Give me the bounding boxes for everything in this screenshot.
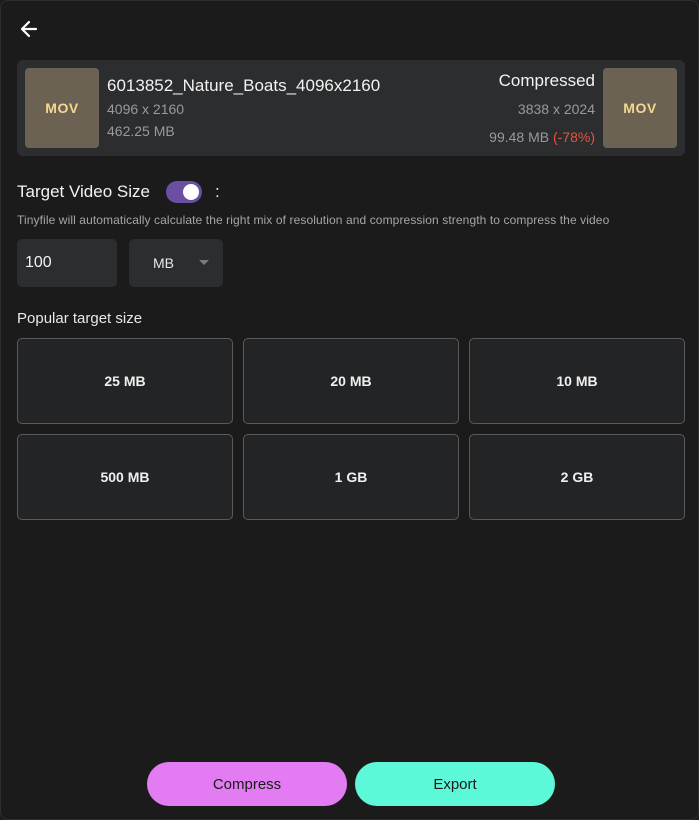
compressed-size: 99.48 MB bbox=[489, 129, 550, 145]
popular-target-label: Popular target size bbox=[17, 310, 143, 327]
compressed-thumbnail: MOV bbox=[603, 68, 677, 148]
toggle-knob bbox=[182, 184, 199, 200]
preset-1gb[interactable]: 1 GB bbox=[243, 434, 459, 520]
target-size-colon: : bbox=[214, 182, 220, 201]
back-button[interactable] bbox=[15, 15, 43, 43]
reduction-percent: (-78%) bbox=[552, 129, 595, 145]
source-size: 462.25 MB bbox=[107, 123, 175, 139]
export-button[interactable]: Export bbox=[355, 762, 555, 806]
arrow-left-icon bbox=[20, 20, 38, 38]
preset-2gb[interactable]: 2 GB bbox=[469, 434, 685, 520]
compressed-resolution: 3838 x 2024 bbox=[517, 101, 595, 117]
preset-20mb[interactable]: 20 MB bbox=[243, 338, 459, 424]
source-file-name: 6013852_Nature_Boats_4096x2160 bbox=[107, 76, 381, 95]
target-size-row: Target Video Size : bbox=[17, 181, 220, 203]
target-size-toggle[interactable] bbox=[165, 181, 202, 203]
app-window: MOV 6013852_Nature_Boats_4096x2160 4096 … bbox=[0, 0, 699, 820]
file-info-card: MOV 6013852_Nature_Boats_4096x2160 4096 … bbox=[17, 60, 685, 156]
compressed-size-line: 99.48 MB (-78%) bbox=[489, 129, 595, 145]
unit-select[interactable]: MB bbox=[129, 239, 223, 287]
compressed-title: Compressed bbox=[498, 71, 595, 90]
preset-500mb[interactable]: 500 MB bbox=[17, 434, 233, 520]
unit-select-value: MB bbox=[153, 255, 174, 271]
chevron-down-icon bbox=[199, 260, 209, 265]
source-resolution: 4096 x 2160 bbox=[107, 101, 185, 117]
compress-button[interactable]: Compress bbox=[147, 762, 347, 806]
preset-25mb[interactable]: 25 MB bbox=[17, 338, 233, 424]
target-size-hint: Tinyfile will automatically calculate th… bbox=[17, 213, 610, 227]
target-size-label: Target Video Size bbox=[17, 182, 150, 201]
target-size-input[interactable] bbox=[17, 239, 117, 287]
source-thumbnail: MOV bbox=[25, 68, 99, 148]
preset-10mb[interactable]: 10 MB bbox=[469, 338, 685, 424]
